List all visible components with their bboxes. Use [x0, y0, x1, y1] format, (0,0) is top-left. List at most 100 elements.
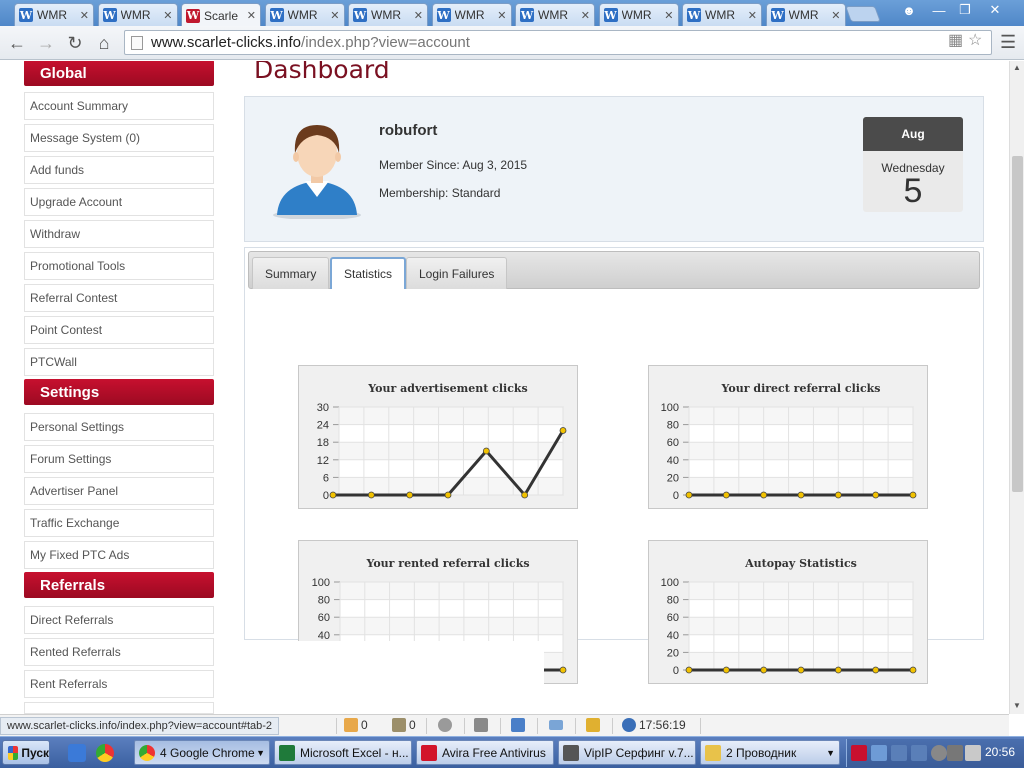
sidebar-item-ptcwall[interactable]: PTCWall: [24, 348, 214, 376]
tray-network-icon[interactable]: [911, 745, 927, 761]
settings-icon[interactable]: [438, 718, 455, 732]
data-point[interactable]: [872, 666, 880, 674]
sidebar-item-traffic-exchange[interactable]: Traffic Exchange: [24, 509, 214, 537]
address-bar[interactable]: www.scarlet-clicks.info/index.php?view=a…: [124, 30, 992, 55]
lock-icon[interactable]: [586, 718, 603, 732]
tray-app-icon[interactable]: [947, 745, 963, 761]
browser-tab[interactable]: W WMR ✕: [348, 3, 428, 26]
profile-icon[interactable]: ☻: [896, 0, 922, 20]
maximize-button[interactable]: ❐: [952, 0, 978, 20]
sidebar-item-partial[interactable]: [24, 702, 214, 714]
data-point[interactable]: [909, 491, 917, 499]
volume-icon[interactable]: [965, 745, 981, 761]
sidebar-item-rented-referrals[interactable]: Rented Referrals: [24, 638, 214, 666]
tray-app-icon[interactable]: [851, 745, 867, 761]
browser-tab[interactable]: W WMR ✕: [264, 3, 345, 26]
data-point[interactable]: [559, 666, 567, 674]
task-vipip[interactable]: VipIP Серфинг v.7...: [558, 740, 696, 765]
home-icon[interactable]: ⌂: [93, 32, 115, 54]
data-point[interactable]: [834, 666, 842, 674]
browser-tab[interactable]: W WMR ✕: [431, 3, 512, 26]
data-point[interactable]: [909, 666, 917, 674]
tray-network-icon[interactable]: [891, 745, 907, 761]
data-point[interactable]: [329, 491, 337, 499]
tab-close-icon[interactable]: ✕: [831, 9, 840, 22]
translate-icon[interactable]: ▦: [948, 30, 963, 50]
data-point[interactable]: [760, 491, 768, 499]
start-button[interactable]: Пуск: [2, 740, 50, 765]
data-point[interactable]: [760, 666, 768, 674]
browser-tab[interactable]: W WMR ✕: [598, 3, 679, 26]
sidebar-item-referral-contest[interactable]: Referral Contest: [24, 284, 214, 312]
tab-close-icon[interactable]: ✕: [581, 9, 590, 22]
forward-icon[interactable]: →: [35, 32, 57, 54]
tab-close-icon[interactable]: ✕: [748, 9, 757, 22]
browser-tab[interactable]: W WMR ✕: [14, 3, 94, 26]
mail-icon[interactable]: [549, 718, 566, 730]
scroll-down-icon[interactable]: ▼: [1013, 701, 1021, 710]
data-point[interactable]: [722, 491, 730, 499]
tab-close-icon[interactable]: ✕: [163, 9, 172, 22]
sidebar-item-message-system-0[interactable]: Message System (0): [24, 124, 214, 152]
status-item-rented[interactable]: 0: [392, 718, 416, 732]
sidebar-item-my-fixed-ptc-ads[interactable]: My Fixed PTC Ads: [24, 541, 214, 569]
chrome-quicklaunch-icon[interactable]: [96, 744, 114, 762]
stats-chart-icon[interactable]: [511, 718, 528, 732]
data-point[interactable]: [482, 447, 490, 455]
data-point[interactable]: [406, 491, 414, 499]
sidebar-item-point-contest[interactable]: Point Contest: [24, 316, 214, 344]
data-point[interactable]: [834, 491, 842, 499]
browser-tab[interactable]: W WMR ✕: [765, 3, 846, 26]
sidebar-item-promotional-tools[interactable]: Promotional Tools: [24, 252, 214, 280]
new-tab-button[interactable]: [845, 6, 881, 22]
sidebar-item-advertiser-panel[interactable]: Advertiser Panel: [24, 477, 214, 505]
sidebar-item-account-summary[interactable]: Account Summary: [24, 92, 214, 120]
browser-tab[interactable]: W WMR ✕: [97, 3, 178, 26]
data-point[interactable]: [797, 491, 805, 499]
tab-login-failures[interactable]: Login Failures: [406, 257, 508, 289]
data-point[interactable]: [367, 491, 375, 499]
tab-close-icon[interactable]: ✕: [664, 9, 673, 22]
bookmark-star-icon[interactable]: ☆: [968, 30, 982, 50]
sidebar-item-withdraw[interactable]: Withdraw: [24, 220, 214, 248]
task-avira[interactable]: Avira Free Antivirus: [416, 740, 554, 765]
sidebar-item-forum-settings[interactable]: Forum Settings: [24, 445, 214, 473]
show-desktop-icon[interactable]: [68, 744, 86, 762]
scroll-up-icon[interactable]: ▲: [1013, 63, 1021, 72]
close-window-button[interactable]: ✕: [982, 0, 1008, 20]
scrollbar-thumb[interactable]: [1012, 156, 1023, 492]
tab-close-icon[interactable]: ✕: [497, 9, 506, 22]
task-chrome[interactable]: 4 Google Chrome ▼: [134, 740, 270, 765]
minimize-button[interactable]: —: [926, 0, 952, 20]
tray-utility-icon[interactable]: [931, 745, 947, 761]
browser-tab[interactable]: W Scarle ✕: [181, 3, 261, 27]
data-point[interactable]: [872, 491, 880, 499]
reload-icon[interactable]: ↻: [64, 32, 86, 54]
sidebar-item-upgrade-account[interactable]: Upgrade Account: [24, 188, 214, 216]
data-point[interactable]: [559, 427, 567, 434]
browser-tab[interactable]: W WMR ✕: [515, 3, 595, 26]
sidebar-item-rent-referrals[interactable]: Rent Referrals: [24, 670, 214, 698]
tab-summary[interactable]: Summary: [252, 257, 330, 289]
tab-close-icon[interactable]: ✕: [330, 9, 339, 22]
tab-close-icon[interactable]: ✕: [80, 9, 89, 22]
back-icon[interactable]: ←: [6, 32, 28, 54]
status-item-referrals[interactable]: 0: [344, 718, 368, 732]
data-point[interactable]: [521, 491, 529, 499]
data-point[interactable]: [685, 491, 693, 499]
cart-icon[interactable]: [474, 718, 491, 732]
data-point[interactable]: [685, 666, 693, 674]
data-point[interactable]: [444, 491, 452, 499]
browser-tab[interactable]: W WMR ✕: [682, 3, 762, 26]
page-scrollbar[interactable]: ▲ ▼: [1009, 61, 1024, 714]
sidebar-item-add-funds[interactable]: Add funds: [24, 156, 214, 184]
data-point[interactable]: [797, 666, 805, 674]
tab-statistics[interactable]: Statistics: [330, 257, 407, 289]
tab-close-icon[interactable]: ✕: [247, 9, 256, 22]
data-point[interactable]: [722, 666, 730, 674]
tab-close-icon[interactable]: ✕: [414, 9, 423, 22]
sidebar-item-personal-settings[interactable]: Personal Settings: [24, 413, 214, 441]
task-explorer[interactable]: 2 Проводник ▼: [700, 740, 840, 765]
tray-network-icon[interactable]: [871, 745, 887, 761]
sidebar-item-direct-referrals[interactable]: Direct Referrals: [24, 606, 214, 634]
